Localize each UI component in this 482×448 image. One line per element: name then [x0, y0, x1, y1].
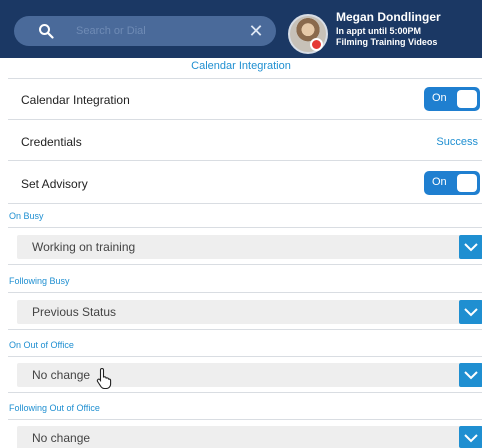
toggle-state-label: On [432, 176, 447, 188]
divider [8, 227, 482, 228]
calendar-integration-toggle[interactable]: On [424, 87, 480, 111]
search-icon[interactable] [38, 23, 54, 39]
close-icon[interactable]: ✕ [246, 21, 266, 41]
divider [8, 264, 482, 265]
chevron-down-icon[interactable] [459, 426, 482, 448]
search-input[interactable] [76, 22, 236, 40]
divider [8, 329, 482, 330]
chevron-down-icon[interactable] [459, 363, 482, 387]
on-out-of-office-label: On Out of Office [9, 340, 74, 350]
on-out-of-office-value: No change [32, 368, 91, 382]
on-out-of-office-select[interactable]: No change [17, 363, 462, 387]
presence-status-dot [310, 38, 323, 51]
credentials-label: Credentials [21, 135, 82, 149]
credentials-status: Success [436, 136, 478, 148]
following-busy-select[interactable]: Previous Status [17, 300, 462, 324]
following-out-of-office-select[interactable]: No change [17, 426, 462, 448]
divider [8, 203, 482, 204]
following-busy-label: Following Busy [9, 276, 70, 286]
toggle-state-label: On [432, 92, 447, 104]
divider [8, 119, 482, 120]
app-header: ✕ Megan Dondlinger In appt until 5:00PM … [0, 0, 482, 58]
divider [8, 160, 482, 161]
set-advisory-toggle[interactable]: On [424, 171, 480, 195]
following-out-of-office-value: No change [32, 431, 91, 445]
on-busy-label: On Busy [9, 211, 44, 221]
avatar[interactable] [288, 14, 328, 54]
on-busy-value: Working on training [32, 240, 136, 254]
divider [8, 78, 482, 79]
chevron-down-icon[interactable] [459, 235, 482, 259]
divider [8, 356, 482, 357]
chevron-down-icon[interactable] [459, 300, 482, 324]
toggle-knob [457, 174, 477, 192]
hand-cursor-icon [96, 367, 112, 389]
toggle-knob [457, 90, 477, 108]
set-advisory-label: Set Advisory [21, 177, 88, 191]
search-bar[interactable]: ✕ [14, 16, 276, 46]
user-status: In appt until 5:00PM [336, 26, 422, 36]
calendar-integration-label: Calendar Integration [21, 93, 130, 107]
following-out-of-office-label: Following Out of Office [9, 403, 100, 413]
user-name: Megan Dondlinger [336, 10, 441, 24]
divider [8, 419, 482, 420]
divider [8, 392, 482, 393]
following-busy-value: Previous Status [32, 305, 117, 319]
page-title: Calendar Integration [191, 60, 291, 72]
divider [8, 292, 482, 293]
on-busy-select[interactable]: Working on training [17, 235, 462, 259]
user-activity: Filming Training Videos [336, 37, 438, 47]
